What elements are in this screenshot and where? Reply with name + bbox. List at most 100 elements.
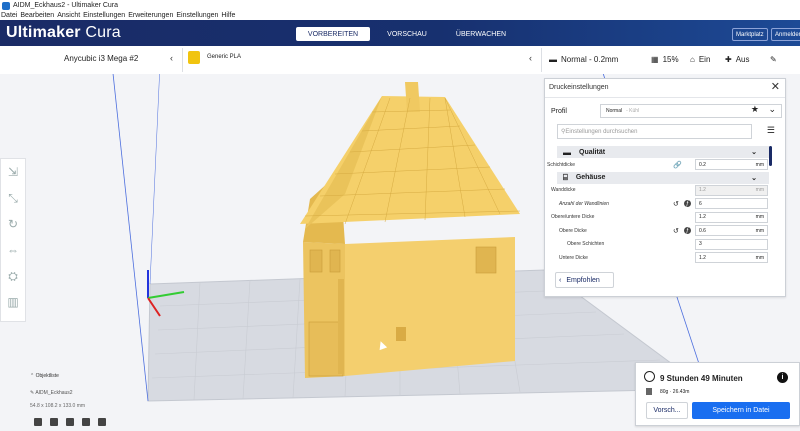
material-usage: 80g · 26.43m [660, 389, 690, 395]
per-model-settings-icon[interactable]: ⛭ [1, 263, 25, 289]
chevron-left-icon[interactable]: ‹ [170, 53, 173, 63]
scale-tool-icon[interactable]: ⤡ [1, 185, 25, 211]
top-layers-input[interactable]: 3 [695, 238, 768, 250]
info-icon[interactable]: i [777, 372, 788, 383]
print-settings-panel: Druckeinstellungen ✕ Profil Normal - Kühl… [544, 78, 786, 297]
shell-category-icon: ⌸ [563, 172, 568, 182]
window-title: AIDM_Eckhaus2 - Ultimaker Cura [13, 2, 119, 9]
menu-ansicht[interactable]: Ansicht [57, 12, 80, 19]
rotate-tool-icon[interactable]: ↻ [1, 211, 25, 237]
wall-thickness-input[interactable]: 1.2 mm [695, 184, 768, 196]
cura-app-icon [2, 1, 10, 10]
toolbar-divider [182, 48, 183, 72]
category-gehaeuse[interactable]: ⌸ Gehäuse ⌄ [557, 171, 769, 184]
settings-search-input[interactable]: ⚲ Einstellungen durchsuchen [557, 124, 752, 139]
reset-icon-2[interactable]: ↺ [673, 227, 679, 235]
view-right-icon[interactable] [98, 418, 106, 426]
settings-list: ▬ Qualität ⌄ Schichtdicke 🔗 0.2 mm ⌸ Gehä… [547, 146, 769, 263]
link-icon[interactable]: 🔗 [673, 161, 682, 169]
star-icon[interactable]: ★ [751, 104, 759, 115]
chevron-left-icon-2[interactable]: ‹ [529, 53, 532, 63]
close-icon[interactable]: ✕ [771, 80, 780, 93]
infill-indicator[interactable]: ▦ 15% [651, 55, 679, 64]
profile-label: Profil [551, 108, 567, 115]
chevron-down-icon[interactable]: ⌄ [768, 104, 776, 115]
quality-icon: ▬ [549, 55, 557, 64]
setting-row-schichtdicke: Schichtdicke 🔗 0.2 mm [547, 158, 769, 172]
material-color-icon [188, 51, 200, 64]
adhesion-indicator[interactable]: ✚ Aus [725, 55, 750, 64]
brand-logo: Ultimaker Cura [6, 24, 121, 41]
pencil-icon[interactable]: ✎ [30, 390, 34, 396]
menu-hilfe[interactable]: Hilfe [221, 12, 235, 19]
tab-vorbereiten[interactable]: VORBEREITEN [296, 27, 370, 41]
preview-button[interactable]: Vorsch... [646, 402, 688, 419]
setting-row-wanddicke: Wanddicke 1.2 mm [547, 184, 769, 198]
category-qualitaet[interactable]: ▬ Qualität ⌄ [557, 146, 769, 158]
chevron-up-icon: ⌃ [30, 373, 35, 379]
menu-einstellungen-2[interactable]: Einstellungen [176, 12, 218, 19]
material-selector[interactable]: Generic PLA [207, 54, 241, 60]
save-to-file-button[interactable]: Speichern in Datei [692, 402, 790, 419]
tab-vorschau[interactable]: VORSCHAU [370, 27, 444, 41]
print-time: 9 Stunden 49 Minuten [660, 374, 743, 383]
window-titlebar: AIDM_Eckhaus2 - Ultimaker Cura [0, 0, 800, 11]
move-tool-icon[interactable]: ⇲ [1, 159, 25, 185]
quality-category-icon: ▬ [563, 147, 571, 157]
info-function-icon-2[interactable]: ƒ [684, 227, 691, 235]
layer-height-input[interactable]: 0.2 mm [695, 159, 768, 171]
menu-datei[interactable]: Datei [1, 12, 17, 19]
spool-icon [646, 388, 652, 395]
setting-row-obere-untere-dicke: Obere/untere Dicke 1.2 mm [547, 211, 769, 225]
marketplace-button[interactable]: Marktplatz [732, 28, 768, 41]
infill-icon: ▦ [651, 55, 659, 64]
bottom-thickness-input[interactable]: 1.2 mm [695, 252, 768, 263]
setting-row-wandlinien: Anzahl der Wandlinien ↺ ƒ 6 [547, 197, 769, 211]
chevron-down-icon: ⌄ [751, 174, 757, 182]
top-thickness-input[interactable]: 0.6 mm [695, 225, 768, 237]
house-model [300, 82, 521, 378]
wall-line-count-input[interactable]: 6 [695, 198, 768, 210]
support-indicator[interactable]: ⌂ Ein [690, 55, 710, 64]
app-header: Ultimaker Cura VORBEREITEN VORSCHAU ÜBER… [0, 20, 800, 46]
signin-button[interactable]: Anmelden [771, 28, 800, 41]
top-bottom-thickness-input[interactable]: 1.2 mm [695, 211, 768, 223]
chevron-down-icon: ⌄ [751, 149, 757, 156]
info-function-icon[interactable]: ƒ [684, 200, 691, 208]
panel-title: Druckeinstellungen [549, 84, 609, 91]
machine-selector[interactable]: Anycubic i3 Mega #2 [64, 54, 138, 63]
stage-tabs: VORBEREITEN VORSCHAU ÜBERWACHEN [296, 27, 518, 41]
print-output-panel: 9 Stunden 49 Minuten i 80g · 26.43m Vors… [635, 362, 800, 426]
view-left-icon[interactable] [82, 418, 90, 426]
object-list-toggle[interactable]: ⌃ Objektliste [30, 373, 59, 379]
recommended-button[interactable]: ‹ Empfohlen [555, 272, 614, 288]
menu-einstellungen[interactable]: Einstellungen [83, 12, 125, 19]
clock-icon [644, 371, 655, 382]
view-top-icon[interactable] [66, 418, 74, 426]
chevron-left-icon: ‹ [559, 276, 562, 284]
menu-erweiterungen[interactable]: Erweiterungen [128, 12, 173, 19]
hamburger-menu-icon[interactable]: ☰ [767, 125, 775, 136]
setting-row-obere-dicke: Obere Dicke ↺ ƒ 0.6 mm [547, 224, 769, 238]
profile-indicator[interactable]: ▬ Normal - 0.2mm [549, 55, 618, 64]
adhesion-icon: ✚ [725, 55, 732, 64]
left-tool-strip: ⇲ ⤡ ↻ ⇔ ⛭ ▥ [0, 158, 26, 322]
object-name: ✎ AIDM_Eckhaus2 [30, 390, 73, 396]
menu-bearbeiten[interactable]: Bearbeiten [20, 12, 54, 19]
toolbar-divider-2 [541, 48, 542, 72]
view-3d-icon[interactable] [34, 418, 42, 426]
setting-row-untere-dicke: Untere Dicke 1.2 mm [547, 251, 769, 263]
setting-row-obere-schichten: Obere Schichten 3 [547, 238, 769, 252]
tab-ueberwachen[interactable]: ÜBERWACHEN [444, 27, 518, 41]
open-file-button[interactable] [24, 48, 68, 113]
view-front-icon[interactable] [50, 418, 58, 426]
menu-bar: Datei Bearbeiten Ansicht Einstellungen E… [0, 11, 800, 20]
mirror-tool-icon[interactable]: ⇔ [1, 237, 25, 263]
edit-pencil-icon[interactable]: ✎ [770, 55, 777, 64]
object-dimensions: 54.8 x 108.2 x 133.0 mm [30, 403, 86, 409]
support-icon: ⌂ [690, 55, 695, 64]
reset-icon[interactable]: ↺ [673, 200, 679, 208]
camera-view-buttons [34, 418, 114, 426]
support-blocker-icon[interactable]: ▥ [1, 289, 25, 315]
settings-scrollbar[interactable] [769, 146, 772, 166]
